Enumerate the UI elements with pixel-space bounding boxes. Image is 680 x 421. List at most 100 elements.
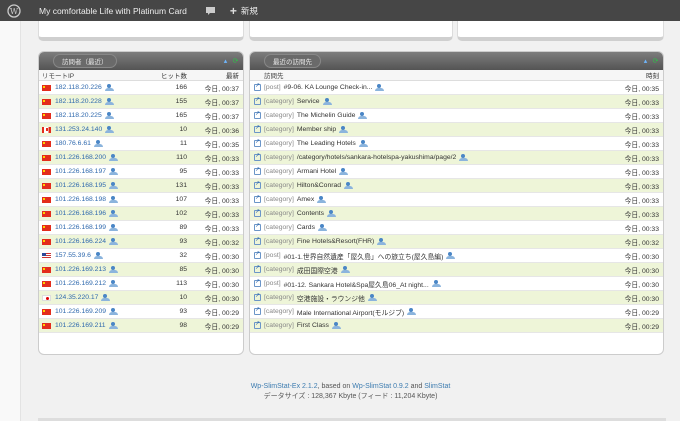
visitor-ip-link[interactable]: 101.226.168.198 [55, 196, 106, 203]
user-details-icon[interactable] [109, 238, 119, 245]
user-details-icon[interactable] [109, 196, 119, 203]
user-details-icon[interactable] [377, 238, 387, 245]
page-name-link[interactable]: 空港施設・ラウンジ他 [297, 293, 365, 303]
external-link-icon[interactable] [254, 124, 261, 133]
user-details-icon[interactable] [109, 182, 119, 189]
external-link-icon[interactable] [254, 110, 261, 119]
external-link-icon[interactable] [254, 180, 261, 189]
visitor-ip-link[interactable]: 180.76.6.61 [55, 140, 91, 147]
user-details-icon[interactable] [93, 252, 103, 259]
refresh-icon[interactable]: ⟳ [652, 56, 659, 66]
user-details-icon[interactable] [109, 280, 119, 287]
page-name-link[interactable]: Male International Airport(モルジブ) [297, 307, 404, 317]
page-name-link[interactable]: Hilton&Conrad [297, 182, 341, 189]
user-details-icon[interactable] [104, 98, 114, 105]
external-link-icon[interactable] [254, 278, 261, 287]
column-hits[interactable]: ヒット数 [161, 70, 187, 80]
page-name-link[interactable]: Armani Hotel [297, 168, 336, 175]
slimstat-link[interactable]: SlimStat [424, 383, 450, 390]
user-details-icon[interactable] [358, 112, 368, 119]
user-details-icon[interactable] [431, 280, 441, 287]
visitor-ip-link[interactable]: 101.226.168.197 [55, 168, 106, 175]
user-details-icon[interactable] [322, 98, 332, 105]
column-recent[interactable]: 最新 [226, 70, 239, 80]
user-details-icon[interactable] [109, 168, 119, 175]
visitor-ip-link[interactable]: 101.226.168.195 [55, 182, 106, 189]
new-content-button[interactable]: + 新規 [230, 5, 258, 17]
user-details-icon[interactable] [339, 168, 349, 175]
user-details-icon[interactable] [101, 294, 111, 301]
base-plugin-link[interactable]: Wp-SlimStat 0.9.2 [352, 383, 408, 390]
visitor-ip-link[interactable]: 157.55.39.6 [55, 252, 91, 259]
visitor-ip-link[interactable]: 101.226.168.196 [55, 210, 106, 217]
visitor-ip-link[interactable]: 101.226.169.209 [55, 308, 106, 315]
user-details-icon[interactable] [93, 140, 103, 147]
page-name-link[interactable]: Service [297, 98, 320, 105]
refresh-icon[interactable]: ⟳ [232, 56, 239, 66]
page-name-link[interactable]: The Leading Hotels [297, 140, 356, 147]
visitor-ip-link[interactable]: 101.226.169.212 [55, 280, 106, 287]
user-details-icon[interactable] [358, 140, 368, 147]
user-details-icon[interactable] [109, 210, 119, 217]
user-details-icon[interactable] [317, 196, 327, 203]
visitor-ip-link[interactable]: 131.253.24.140 [55, 126, 102, 133]
user-details-icon[interactable] [367, 294, 377, 301]
user-details-icon[interactable] [104, 84, 114, 91]
user-details-icon[interactable] [375, 84, 385, 91]
external-link-icon[interactable] [254, 152, 261, 161]
page-name-link[interactable]: The Michelin Guide [297, 112, 356, 119]
visitor-ip-link[interactable]: 101.226.169.213 [55, 266, 106, 273]
page-name-link[interactable]: /category/hotels/sankara-hotelspa-yakush… [297, 154, 456, 161]
page-name-link[interactable]: Contents [297, 210, 324, 217]
user-details-icon[interactable] [459, 154, 469, 161]
user-details-icon[interactable] [344, 182, 354, 189]
user-details-icon[interactable] [407, 308, 417, 315]
collapse-arrow-icon[interactable]: ▴ [222, 56, 229, 66]
external-link-icon[interactable] [254, 292, 261, 301]
page-name-link[interactable]: #01-12. Sankara Hotel&Spa屋久島06_At night.… [284, 279, 429, 289]
visitor-ip-link[interactable]: 182.118.20.225 [55, 112, 102, 119]
page-name-link[interactable]: Member ship [297, 126, 336, 133]
user-details-icon[interactable] [109, 308, 119, 315]
user-details-icon[interactable] [340, 266, 350, 273]
page-name-link[interactable]: Fine Hotels&Resort(FHR) [297, 238, 374, 245]
collapse-arrow-icon[interactable]: ▴ [642, 56, 649, 66]
column-time[interactable]: 時刻 [646, 70, 659, 80]
external-link-icon[interactable] [254, 82, 261, 91]
user-details-icon[interactable] [446, 252, 456, 259]
page-name-link[interactable]: Cards [297, 224, 315, 231]
external-link-icon[interactable] [254, 264, 261, 273]
visitor-ip-link[interactable]: 124.35.220.17 [55, 294, 98, 301]
column-ip[interactable]: リモートIP [42, 70, 74, 80]
visitor-ip-link[interactable]: 101.226.169.211 [55, 322, 106, 329]
visitor-ip-link[interactable]: 101.226.168.199 [55, 224, 106, 231]
external-link-icon[interactable] [254, 194, 261, 203]
external-link-icon[interactable] [254, 166, 261, 175]
external-link-icon[interactable] [254, 208, 261, 217]
visitor-ip-link[interactable]: 101.226.166.224 [55, 238, 106, 245]
external-link-icon[interactable] [254, 138, 261, 147]
page-name-link[interactable]: First Class [297, 322, 329, 329]
page-name-link[interactable]: #01-1.世界自然遺産「屋久島」への旅立ち(屋久島編) [284, 251, 444, 261]
page-name-link[interactable]: #9-06. KA Lounge Check-in... [284, 84, 373, 91]
visitor-ip-link[interactable]: 182.118.20.226 [55, 84, 102, 91]
comments-icon[interactable] [205, 6, 216, 16]
visitor-ip-link[interactable]: 182.118.20.228 [55, 98, 102, 105]
user-details-icon[interactable] [109, 224, 119, 231]
user-details-icon[interactable] [318, 224, 327, 231]
external-link-icon[interactable] [254, 222, 261, 231]
user-details-icon[interactable] [105, 126, 115, 133]
external-link-icon[interactable] [254, 306, 261, 315]
site-title-link[interactable]: My comfortable Life with Platinum Card [39, 6, 187, 16]
visitor-ip-link[interactable]: 101.226.168.200 [55, 154, 106, 161]
column-page[interactable]: 訪問先 [264, 70, 284, 80]
page-name-link[interactable]: Amex [297, 196, 314, 203]
external-link-icon[interactable] [254, 236, 261, 245]
user-details-icon[interactable] [108, 322, 118, 329]
external-link-icon[interactable] [254, 96, 261, 105]
user-details-icon[interactable] [104, 112, 114, 119]
wordpress-logo-icon[interactable]: W [0, 0, 28, 21]
external-link-icon[interactable] [254, 250, 261, 259]
plugin-link[interactable]: Wp-SlimStat-Ex 2.1.2 [251, 383, 318, 390]
user-details-icon[interactable] [339, 126, 349, 133]
